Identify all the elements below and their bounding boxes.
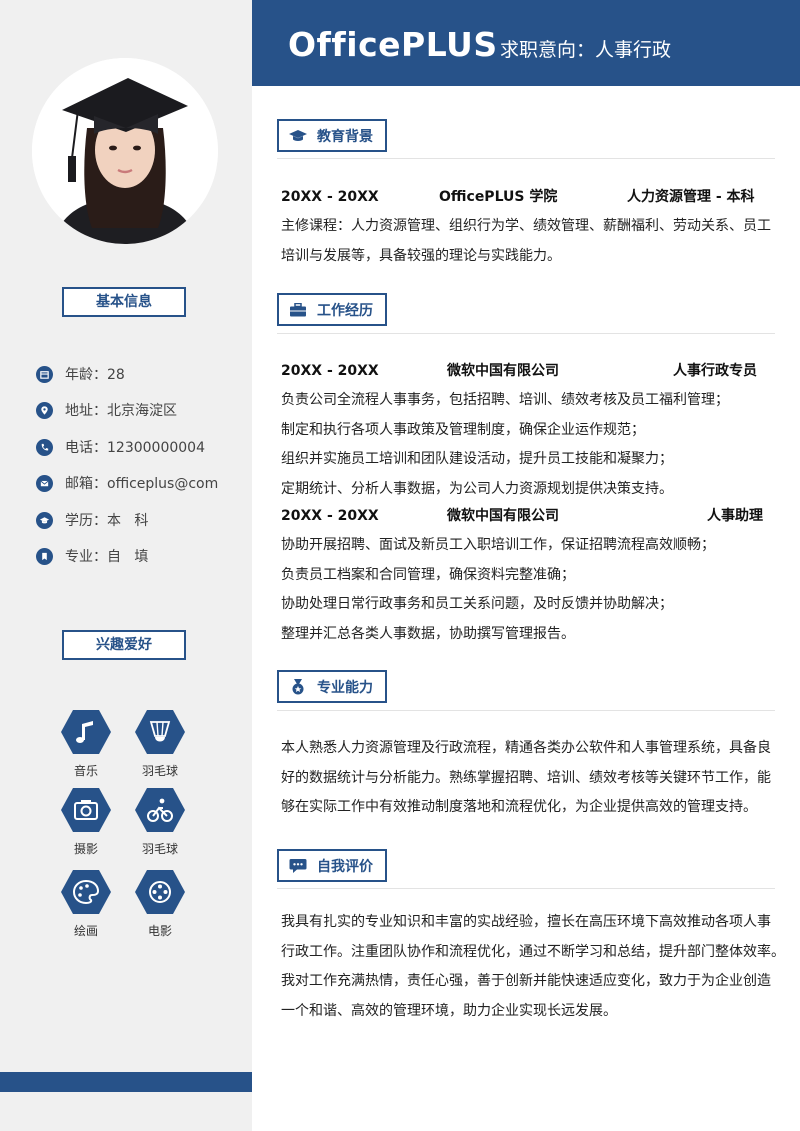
job-description: 负责公司全流程人事事务，包括招聘、培训、绩效考核及员工福利管理； 制定和执行各项… xyxy=(281,386,773,504)
education-school: OfficePLUS 学院 xyxy=(439,189,558,205)
skills-title-text: 专业能力 xyxy=(317,679,373,696)
skills-line: 好的数据统计与分析能力。熟练掌握招聘、培训、绩效考核等关键环节工作，能 xyxy=(281,769,771,786)
job-position: 人事行政专员 xyxy=(673,363,757,379)
education-row: 20XX - 20XX OfficePLUS 学院 人力资源管理 - 本科 xyxy=(281,186,771,208)
skills-divider xyxy=(277,710,775,711)
hobby-music: 音乐 xyxy=(51,710,121,779)
hobby-title: 兴趣爱好 xyxy=(62,630,186,660)
camera-icon xyxy=(61,788,111,832)
brand-title: OfficePLUS xyxy=(288,25,498,64)
job-line: 组织并实施员工培训和团队建设活动，提升员工技能和凝聚力； xyxy=(281,451,673,467)
mail-icon xyxy=(36,474,53,492)
hobby-movie: 电影 xyxy=(125,870,195,939)
header: OfficePLUS 求职意向：人事行政 xyxy=(252,0,800,86)
hobby-photography: 摄影 xyxy=(51,788,121,857)
briefcase-icon xyxy=(289,302,307,318)
education-major: 人力资源管理 - 本科 xyxy=(627,189,755,205)
skills-description: 本人熟悉人力资源管理及行政流程，精通各类办公软件和人事管理系统，具备良 好的数据… xyxy=(281,734,773,823)
info-email-label: 邮箱：officeplus@com xyxy=(65,476,219,492)
hobby-painting: 绘画 xyxy=(51,870,121,939)
job-line: 协助处理日常行政事务和员工关系问题，及时反馈并协助解决； xyxy=(281,596,673,612)
graduation-cap-icon xyxy=(36,511,53,529)
self-eval-description: 我具有扎实的专业知识和丰富的实战经验，擅长在高压环境下高效推动各项人事 行政工作… xyxy=(281,908,785,1026)
hobby-badminton-label: 羽毛球 xyxy=(141,764,178,778)
job-line: 制定和执行各项人事政策及管理制度，确保企业运作规范； xyxy=(281,421,645,438)
job-line: 协助开展招聘、面试及新员工入职培训工作，保证招聘流程高效顺畅； xyxy=(281,537,715,553)
hobby-badminton: 羽毛球 xyxy=(125,710,195,779)
self-eval-line: 一个和谐、高效的管理环境，助力企业实现长远发展。 xyxy=(281,1002,617,1019)
shuttlecock-icon xyxy=(135,710,185,754)
skills-section-title: 专业能力 xyxy=(277,670,387,703)
job-company: 微软中国有限公司 xyxy=(447,508,559,524)
info-major-label: 专业：自 填 xyxy=(65,549,149,565)
hobby-cycling: 羽毛球 xyxy=(125,788,195,857)
info-age: 年龄：28 xyxy=(36,363,125,385)
location-pin-icon xyxy=(36,401,53,419)
self-eval-section-title: 自我评价 xyxy=(277,849,387,882)
job-row: 20XX - 20XX 微软中国有限公司 人事助理 xyxy=(281,505,771,527)
job-line: 负责员工档案和合同管理，确保资料完整准确； xyxy=(281,566,575,583)
info-email: 邮箱：officeplus@com xyxy=(36,472,218,494)
info-address: 地址：北京海淀区 xyxy=(36,399,177,421)
sidebar: 基本信息 年龄：28 地址：北京海淀区 电话：12300000004 邮箱：of… xyxy=(0,0,252,1131)
education-title-text: 教育背景 xyxy=(317,128,373,145)
self-eval-line: 我对工作充满热情，责任心强，善于创新并能快速适应变化，致力于为企业创造 xyxy=(281,973,771,989)
medal-icon xyxy=(289,678,307,695)
self-eval-line: 行政工作。注重团队协作和流程优化，通过不断学习和总结，提升部门整体效率。 xyxy=(281,943,785,960)
avatar xyxy=(32,58,218,244)
phone-icon xyxy=(36,438,53,456)
job-position: 人事助理 xyxy=(707,508,763,524)
music-note-icon xyxy=(61,710,111,754)
hobby-music-label: 音乐 xyxy=(73,764,98,778)
job-row: 20XX - 20XX 微软中国有限公司 人事行政专员 xyxy=(281,360,771,382)
work-divider xyxy=(277,333,775,334)
self-eval-divider xyxy=(277,888,775,889)
hobby-movie-label: 电影 xyxy=(147,924,172,938)
palette-icon xyxy=(61,870,111,914)
graduation-cap-icon xyxy=(289,128,307,144)
self-eval-line: 我具有扎实的专业知识和丰富的实战经验，擅长在高压环境下高效推动各项人事 xyxy=(281,914,771,930)
education-description: 主修课程：人力资源管理、组织行为学、绩效管理、薪酬福利、劳动关系、员工 培训与发… xyxy=(281,212,773,271)
education-divider xyxy=(277,158,775,159)
sidebar-accent-bar xyxy=(0,1072,252,1092)
job-line: 定期统计、分析人事数据，为公司人力资源规划提供决策支持。 xyxy=(281,480,673,497)
education-line: 主修课程：人力资源管理、组织行为学、绩效管理、薪酬福利、劳动关系、员工 xyxy=(281,218,771,234)
job-intent: 求职意向：人事行政 xyxy=(500,39,672,61)
avatar-portrait xyxy=(32,58,218,244)
job-company: 微软中国有限公司 xyxy=(447,363,559,379)
education-section-title: 教育背景 xyxy=(277,119,387,152)
info-age-label: 年龄：28 xyxy=(65,367,125,383)
education-years: 20XX - 20XX xyxy=(281,189,379,205)
job-line: 负责公司全流程人事事务，包括招聘、培训、绩效考核及员工福利管理； xyxy=(281,392,729,408)
basic-info-title: 基本信息 xyxy=(62,287,186,317)
skills-line: 本人熟悉人力资源管理及行政流程，精通各类办公软件和人事管理系统，具备良 xyxy=(281,740,771,756)
work-section-title: 工作经历 xyxy=(277,293,387,326)
info-major: 专业：自 填 xyxy=(36,545,148,567)
self-eval-title-text: 自我评价 xyxy=(317,858,373,875)
hobby-photography-label: 摄影 xyxy=(73,842,98,856)
info-education: 学历：本 科 xyxy=(36,509,148,531)
info-phone: 电话：12300000004 xyxy=(36,436,205,458)
info-education-label: 学历：本 科 xyxy=(65,513,149,529)
job-line: 整理并汇总各类人事数据，协助撰写管理报告。 xyxy=(281,625,575,642)
education-line: 培训与发展等，具备较强的理论与实践能力。 xyxy=(281,247,561,264)
work-title-text: 工作经历 xyxy=(317,302,373,319)
info-address-label: 地址：北京海淀区 xyxy=(65,403,177,419)
bookmark-icon xyxy=(36,547,53,565)
calendar-icon xyxy=(36,365,53,383)
job-years: 20XX - 20XX xyxy=(281,508,379,524)
job-years: 20XX - 20XX xyxy=(281,363,379,379)
chat-bubble-icon xyxy=(289,858,307,874)
info-phone-label: 电话：12300000004 xyxy=(65,440,205,456)
hobby-cycling-label: 羽毛球 xyxy=(141,842,178,856)
job-description: 协助开展招聘、面试及新员工入职培训工作，保证招聘流程高效顺畅； 负责员工档案和合… xyxy=(281,531,773,649)
skills-line: 够在实际工作中有效推动制度落地和流程优化，为企业提供高效的管理支持。 xyxy=(281,799,757,815)
film-reel-icon xyxy=(135,870,185,914)
bicycle-icon xyxy=(135,788,185,832)
hobby-painting-label: 绘画 xyxy=(73,924,98,938)
